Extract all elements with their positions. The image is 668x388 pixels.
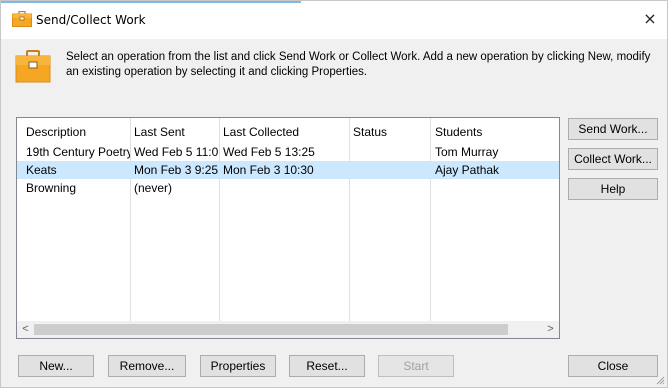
new-button[interactable]: New... [18,355,94,377]
title-accent [1,1,301,3]
window-title: Send/Collect Work [36,13,146,27]
cell-status [353,179,431,197]
horizontal-scrollbar[interactable]: < > [17,321,559,338]
column-header-last-collected[interactable]: Last Collected [223,123,348,141]
briefcase-title-icon [12,11,32,27]
scrollbar-thumb[interactable] [34,324,508,335]
cell-description: Keats [26,163,57,177]
resize-grip-icon[interactable] [655,375,665,385]
cell-last-collected: Wed Feb 5 13:25 [223,145,315,159]
cell-status [353,143,431,161]
close-button[interactable]: Close [568,355,658,377]
help-button[interactable]: Help [568,178,658,200]
cell-last-collected [223,179,348,197]
scroll-right-icon[interactable]: > [542,321,559,338]
column-header-last-sent[interactable]: Last Sent [134,123,219,141]
title-bar: Send/Collect Work × [1,1,667,39]
cell-status [353,161,431,179]
remove-button[interactable]: Remove... [108,355,186,377]
cell-students: Ajay Pathak [435,163,500,177]
cell-students [435,179,555,197]
cell-last-sent: Mon Feb 3 9:25 [134,163,219,177]
cell-last-sent: (never) [134,181,173,195]
cell-description: Browning [26,181,77,195]
cell-students: Tom Murray [435,145,499,159]
list-header: Description Last Sent Last Collected Sta… [17,123,559,141]
scroll-left-icon[interactable]: < [17,321,34,338]
list-row[interactable]: Browning (never) [17,179,559,197]
reset-button[interactable]: Reset... [289,355,365,377]
cell-last-sent: Wed Feb 5 11:0 [134,145,219,159]
collect-work-button[interactable]: Collect Work... [568,148,658,170]
briefcase-icon [15,50,51,83]
start-button: Start [378,355,454,377]
cell-description: 19th Century Poetry [26,145,130,159]
list-row-selected[interactable]: Keats Mon Feb 3 9:25 Mon Feb 3 10:30 Aja… [17,161,559,179]
send-work-button[interactable]: Send Work... [568,118,658,140]
send-collect-dialog: Send/Collect Work × Select an operation … [0,0,668,388]
instructions-text: Select an operation from the list and cl… [66,51,651,78]
close-icon[interactable]: × [642,10,658,28]
column-header-students[interactable]: Students [435,123,555,141]
column-header-description[interactable]: Description [26,123,130,141]
operations-list[interactable]: Description Last Sent Last Collected Sta… [16,117,560,339]
list-row[interactable]: 19th Century Poetry Wed Feb 5 11:0 Wed F… [17,143,559,161]
column-header-status[interactable]: Status [353,123,431,141]
properties-button[interactable]: Properties [200,355,276,377]
cell-last-collected: Mon Feb 3 10:30 [223,163,314,177]
